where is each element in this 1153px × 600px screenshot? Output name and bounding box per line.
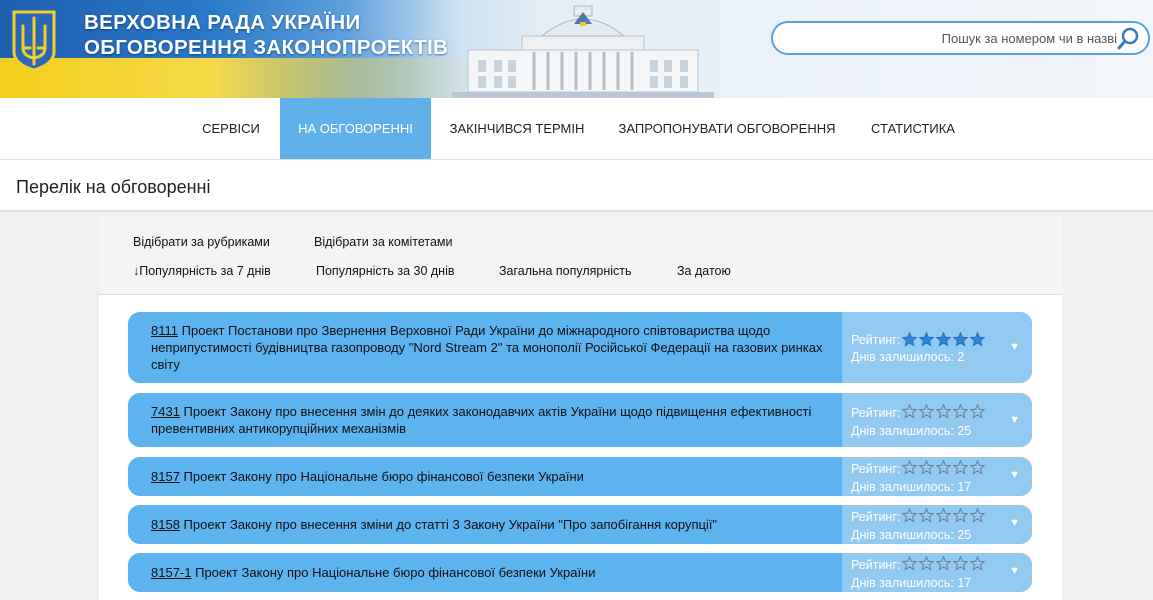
item-meta: Рейтинг: Днів залишилось: 25 ▼ [842, 505, 1032, 544]
search-icon[interactable] [1116, 26, 1142, 52]
header-banner: ВЕРХОВНА РАДА УКРАЇНИ ОБГОВОРЕННЯ ЗАКОНО… [0, 0, 1153, 98]
filter-by-committee-link[interactable]: Відібрати за комітетами [314, 235, 452, 249]
star-filled-icon[interactable] [902, 332, 917, 347]
item-text: 8111 Проект Постанови про Звернення Верх… [151, 322, 841, 373]
item-meta: Рейтинг: Днів залишилось: 17 ▼ [842, 457, 1032, 496]
star-empty-icon[interactable] [919, 460, 934, 475]
star-empty-icon[interactable] [902, 508, 917, 523]
star-empty-icon[interactable] [919, 404, 934, 419]
filter-by-rubric-link[interactable]: Відібрати за рубриками [133, 235, 270, 249]
days-left: Днів залишилось: 17 [851, 480, 972, 494]
list-item[interactable]: 7431 Проект Закону про внесення змін до … [128, 393, 1032, 447]
rating-label: Рейтинг: [851, 333, 901, 347]
days-left: Днів залишилось: 25 [851, 424, 972, 438]
sort-total-popularity[interactable]: Загальна популярність [499, 264, 632, 278]
chevron-down-icon[interactable]: ▼ [1009, 517, 1020, 529]
item-number-link[interactable]: 8111 [151, 323, 178, 338]
star-empty-icon[interactable] [970, 556, 985, 571]
list-item[interactable]: 8157-1 Проект Закону про Національне бюр… [128, 553, 1032, 592]
star-empty-icon[interactable] [902, 556, 917, 571]
item-text: 8158 Проект Закону про внесення зміни до… [151, 516, 841, 533]
star-empty-icon[interactable] [936, 508, 951, 523]
item-title: Проект Закону про Національне бюро фінан… [183, 469, 584, 484]
star-empty-icon[interactable] [970, 404, 985, 419]
days-left: Днів залишилось: 25 [851, 528, 972, 542]
nav-item-services[interactable]: СЕРВІСИ [190, 98, 272, 159]
days-left: Днів залишилось: 2 [851, 350, 965, 364]
nav-item-under-discussion[interactable]: НА ОБГОВОРЕННІ [280, 98, 431, 159]
item-text: 8157 Проект Закону про Національне бюро … [151, 468, 841, 485]
list-item[interactable]: 8157 Проект Закону про Національне бюро … [128, 457, 1032, 496]
item-number-link[interactable]: 8157-1 [151, 565, 191, 580]
item-number-link[interactable]: 8158 [151, 517, 180, 532]
star-empty-icon[interactable] [902, 460, 917, 475]
item-meta: Рейтинг: Днів залишилось: 25 ▼ [842, 393, 1032, 447]
search-box [771, 21, 1150, 55]
sort-by-date[interactable]: За датою [677, 264, 731, 278]
page-title-bar: Перелік на обговоренні [0, 160, 1153, 212]
site-title-line1: ВЕРХОВНА РАДА УКРАЇНИ [84, 11, 361, 34]
main-nav: СЕРВІСИ НА ОБГОВОРЕННІ ЗАКІНЧИВСЯ ТЕРМІН… [0, 98, 1153, 160]
rating-stars [902, 460, 985, 475]
discussion-list-panel: Відібрати за рубриками Відібрати за комі… [99, 217, 1062, 600]
list-item[interactable]: 8158 Проект Закону про внесення зміни до… [128, 505, 1032, 544]
chevron-down-icon[interactable]: ▼ [1009, 565, 1020, 577]
site-title-line2: ОБГОВОРЕННЯ ЗАКОНОПРОЕКТІВ [84, 36, 449, 59]
star-empty-icon[interactable] [902, 404, 917, 419]
days-left: Днів залишилось: 17 [851, 576, 972, 590]
sort-popularity-7-days[interactable]: ↓Популярність за 7 днів [133, 264, 271, 278]
star-empty-icon[interactable] [919, 508, 934, 523]
item-meta: Рейтинг: Днів залишилось: 17 ▼ [842, 553, 1032, 592]
star-filled-icon[interactable] [953, 332, 968, 347]
filters-bar: Відібрати за рубриками Відібрати за комі… [99, 217, 1062, 295]
parliament-building-image [452, 5, 714, 98]
star-empty-icon[interactable] [953, 508, 968, 523]
star-filled-icon[interactable] [919, 332, 934, 347]
item-title: Проект Закону про Національне бюро фінан… [195, 565, 596, 580]
rating-stars [902, 508, 985, 523]
star-empty-icon[interactable] [919, 556, 934, 571]
flag-yellow-band [0, 58, 480, 98]
item-title: Проект Закону про внесення змін до деяки… [151, 404, 812, 436]
rating-stars [902, 556, 985, 571]
item-text: 7431 Проект Закону про внесення змін до … [151, 403, 841, 437]
chevron-down-icon[interactable]: ▼ [1009, 414, 1020, 426]
chevron-down-icon[interactable]: ▼ [1009, 469, 1020, 481]
star-empty-icon[interactable] [936, 404, 951, 419]
item-title: Проект Закону про внесення зміни до стат… [183, 517, 718, 532]
sort-popularity-30-days[interactable]: Популярність за 30 днів [316, 264, 454, 278]
rating-label: Рейтинг: [851, 558, 901, 572]
list-item[interactable]: 8111 Проект Постанови про Звернення Верх… [128, 312, 1032, 383]
star-empty-icon[interactable] [936, 556, 951, 571]
star-empty-icon[interactable] [953, 460, 968, 475]
rating-label: Рейтинг: [851, 406, 901, 420]
star-empty-icon[interactable] [953, 404, 968, 419]
item-text: 8157-1 Проект Закону про Національне бюр… [151, 564, 841, 581]
nav-item-statistics[interactable]: СТАТИСТИКА [857, 98, 969, 159]
rating-label: Рейтинг: [851, 510, 901, 524]
item-meta: Рейтинг: Днів залишилось: 2 ▼ [842, 312, 1032, 383]
rating-stars [902, 332, 985, 347]
item-number-link[interactable]: 8157 [151, 469, 180, 484]
site-title: ВЕРХОВНА РАДА УКРАЇНИ ОБГОВОРЕННЯ ЗАКОНО… [84, 10, 448, 60]
search-input[interactable] [787, 26, 1117, 50]
chevron-down-icon[interactable]: ▼ [1009, 341, 1020, 353]
item-number-link[interactable]: 7431 [151, 404, 180, 419]
star-empty-icon[interactable] [970, 460, 985, 475]
star-empty-icon[interactable] [936, 460, 951, 475]
nav-item-term-expired[interactable]: ЗАКІНЧИВСЯ ТЕРМІН [440, 98, 594, 159]
star-empty-icon[interactable] [953, 556, 968, 571]
star-empty-icon[interactable] [970, 508, 985, 523]
item-title: Проект Постанови про Звернення Верховної… [151, 323, 823, 372]
nav-item-propose-discussion[interactable]: ЗАПРОПОНУВАТИ ОБГОВОРЕННЯ [611, 98, 843, 159]
star-filled-icon[interactable] [936, 332, 951, 347]
trident-icon[interactable] [10, 8, 58, 72]
rating-label: Рейтинг: [851, 462, 901, 476]
rating-stars [902, 404, 985, 419]
star-filled-icon[interactable] [970, 332, 985, 347]
page-title: Перелік на обговоренні [16, 177, 211, 197]
